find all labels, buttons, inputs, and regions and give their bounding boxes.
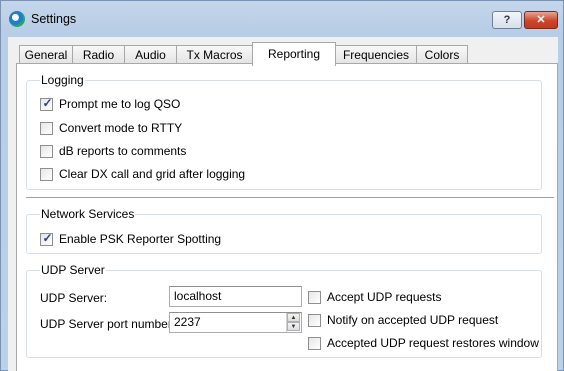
dialog-client-area: General Radio Audio Tx Macros Reporting … bbox=[8, 37, 558, 371]
settings-window: Settings ? ✕ General Radio Audio Tx Macr… bbox=[0, 0, 564, 371]
section-divider bbox=[26, 197, 554, 198]
checkbox-label: Clear DX call and grid after logging bbox=[59, 167, 246, 181]
db-reports-comments-checkbox[interactable]: dB reports to comments bbox=[40, 143, 186, 159]
network-group-title: Network Services bbox=[40, 207, 136, 221]
checkmark-icon: ✓ bbox=[42, 95, 53, 110]
checkbox-label: Accept UDP requests bbox=[327, 290, 442, 304]
checkbox-label: Accepted UDP request restores window bbox=[327, 336, 539, 350]
tab-radio[interactable]: Radio bbox=[72, 45, 125, 65]
udp-port-spinbox[interactable]: 2237 bbox=[169, 312, 302, 333]
psk-reporter-checkbox[interactable]: ✓ Enable PSK Reporter Spotting bbox=[40, 231, 221, 247]
window-title: Settings bbox=[31, 12, 77, 26]
tab-colors[interactable]: Colors bbox=[416, 45, 468, 65]
checkbox-label: Convert mode to RTTY bbox=[59, 121, 183, 135]
app-logo-icon bbox=[9, 11, 25, 27]
clear-dx-call-checkbox[interactable]: Clear DX call and grid after logging bbox=[40, 166, 245, 182]
close-button[interactable]: ✕ bbox=[524, 11, 558, 29]
checkbox-box[interactable] bbox=[308, 313, 321, 327]
convert-mode-rtty-checkbox[interactable]: Convert mode to RTTY bbox=[40, 120, 182, 136]
checkbox-label: Prompt me to log QSO bbox=[59, 97, 181, 111]
udp-restores-window-checkbox[interactable]: Accepted UDP request restores window bbox=[308, 335, 539, 351]
tab-reporting[interactable]: Reporting bbox=[252, 42, 336, 66]
checkbox-label: dB reports to comments bbox=[59, 144, 187, 158]
spin-up-icon[interactable]: ▲ bbox=[287, 313, 300, 322]
title-bar[interactable]: Settings ? ✕ bbox=[1, 1, 563, 37]
udp-server-label: UDP Server: bbox=[40, 291, 108, 305]
checkbox-box[interactable] bbox=[40, 121, 53, 135]
checkmark-icon: ✓ bbox=[42, 230, 53, 245]
udp-server-input[interactable]: localhost bbox=[169, 286, 302, 307]
accept-udp-requests-checkbox[interactable]: Accept UDP requests bbox=[308, 289, 442, 305]
checkbox-box[interactable] bbox=[308, 290, 321, 304]
udp-port-label: UDP Server port number: bbox=[40, 317, 176, 331]
prompt-log-qso-checkbox[interactable]: ✓ Prompt me to log QSO bbox=[40, 96, 180, 112]
tab-tx-macros[interactable]: Tx Macros bbox=[176, 45, 253, 65]
checkbox-box[interactable] bbox=[40, 167, 53, 181]
checkbox-box[interactable]: ✓ bbox=[40, 230, 53, 246]
tab-audio[interactable]: Audio bbox=[124, 45, 177, 65]
port-spin-buttons: ▲ ▼ bbox=[286, 313, 300, 332]
checkbox-label: Notify on accepted UDP request bbox=[327, 313, 499, 327]
checkbox-box[interactable]: ✓ bbox=[40, 95, 53, 111]
udp-group-title: UDP Server bbox=[40, 263, 106, 277]
notify-udp-request-checkbox[interactable]: Notify on accepted UDP request bbox=[308, 312, 498, 328]
tab-general[interactable]: General bbox=[19, 45, 73, 65]
checkbox-box[interactable] bbox=[308, 336, 321, 350]
help-button[interactable]: ? bbox=[492, 11, 522, 29]
checkbox-box[interactable] bbox=[40, 144, 53, 158]
logging-group-title: Logging bbox=[40, 73, 85, 87]
checkbox-label: Enable PSK Reporter Spotting bbox=[59, 232, 222, 246]
spin-down-icon[interactable]: ▼ bbox=[287, 322, 300, 331]
reporting-page: Logging ✓ Prompt me to log QSO Convert m… bbox=[16, 63, 558, 371]
tab-frequencies[interactable]: Frequencies bbox=[335, 45, 417, 65]
